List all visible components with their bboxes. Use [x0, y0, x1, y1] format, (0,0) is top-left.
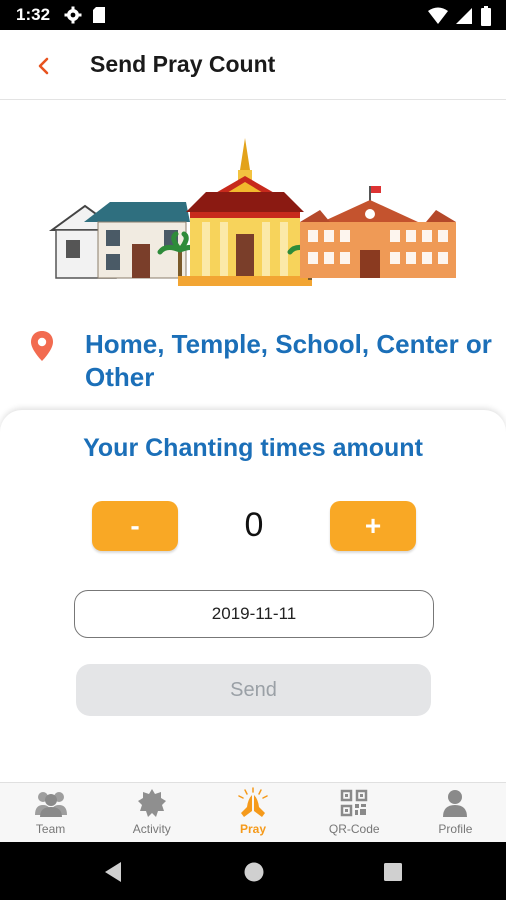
nav-item-activity[interactable]: Activity	[101, 783, 202, 842]
bottom-nav: Team Activity Pray QR-Code Profile	[0, 782, 506, 842]
back-button[interactable]	[28, 50, 60, 82]
card-title: Your Chanting times amount	[83, 434, 423, 462]
page-title: Send Pray Count	[90, 51, 276, 77]
nav-label-team: Team	[35, 822, 66, 836]
sd-card-icon	[93, 7, 105, 23]
app-bar: Send Pray Count	[0, 30, 506, 100]
send-button[interactable]: Send	[76, 664, 431, 716]
nav-item-qr-code[interactable]: QR-Code	[304, 783, 405, 842]
battery-icon	[481, 6, 491, 26]
pray-icon	[236, 787, 270, 819]
increment-button[interactable]: +	[330, 501, 416, 551]
chanting-card: Your Chanting times amount - 0 + 2019-11…	[0, 410, 506, 782]
nav-label-qr-code: QR-Code	[328, 822, 380, 836]
date-field[interactable]: 2019-11-11	[74, 590, 434, 638]
qr-code-icon	[337, 787, 371, 819]
profile-icon	[438, 787, 472, 819]
status-time: 1:32	[16, 5, 51, 24]
team-icon	[34, 787, 68, 819]
nav-item-team[interactable]: Team	[0, 783, 101, 842]
back-arrow-icon	[38, 57, 49, 75]
system-home-icon[interactable]	[243, 861, 265, 883]
system-back-icon[interactable]	[103, 861, 123, 883]
places-illustration	[40, 130, 466, 300]
decrement-button[interactable]: -	[92, 501, 178, 551]
nav-label-profile: Profile	[438, 822, 473, 836]
nav-label-activity: Activity	[132, 822, 171, 836]
count-value: 0	[244, 506, 264, 544]
location-text: Home, Temple, School, Center or Other	[85, 329, 492, 392]
activity-icon	[135, 787, 169, 819]
system-nav-bar	[0, 842, 506, 900]
signal-icon	[456, 8, 472, 24]
settings-icon	[64, 6, 82, 24]
wifi-icon	[428, 7, 448, 24]
nav-item-pray[interactable]: Pray	[202, 783, 303, 842]
system-recents-icon[interactable]	[383, 862, 403, 882]
nav-label-pray: Pray	[239, 822, 267, 836]
location-pin-icon	[31, 331, 53, 361]
nav-item-profile[interactable]: Profile	[405, 783, 506, 842]
status-bar: 1:32	[0, 0, 506, 30]
